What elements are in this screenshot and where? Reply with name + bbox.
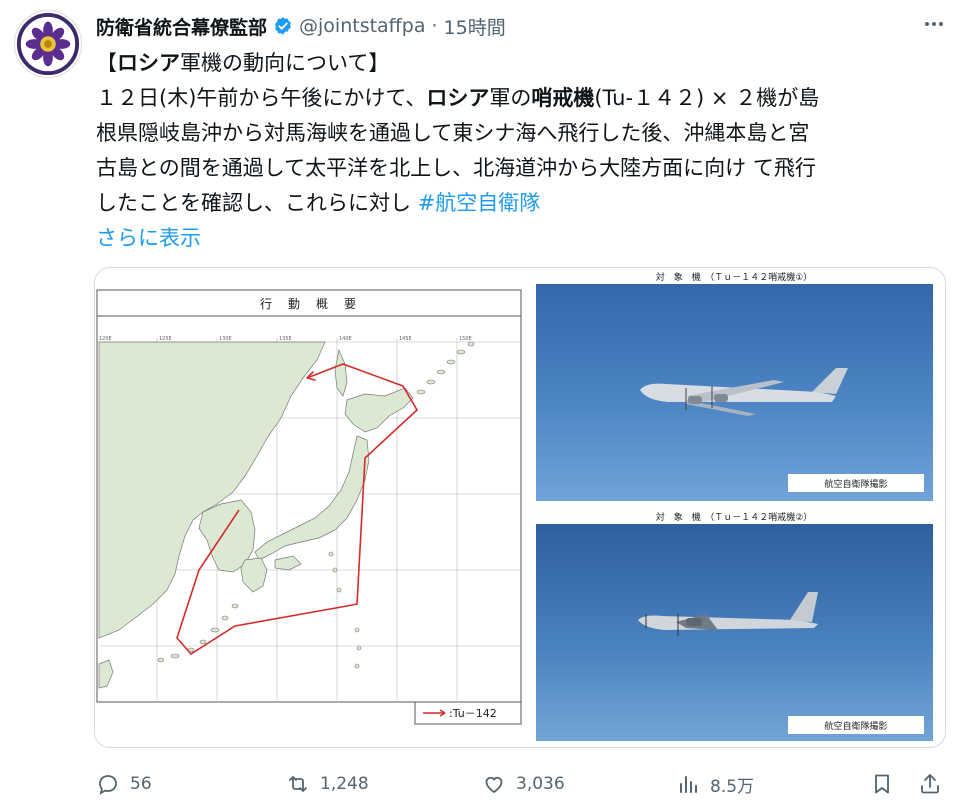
- post-body-line-4: したことを確認し、これらに対し #航空自衛隊: [96, 186, 946, 221]
- handle[interactable]: @jointstaffpa: [299, 15, 425, 37]
- ministry-emblem-icon: [15, 11, 81, 77]
- longitude-label: 125E: [159, 336, 172, 342]
- view-count: 8.5万: [710, 776, 755, 797]
- separator-dot: ·: [431, 15, 438, 37]
- action-bar: 56 1,248 3,036 8.5万: [96, 764, 946, 804]
- like-count: 3,036: [516, 774, 565, 794]
- reply-count: 56: [130, 774, 152, 794]
- bookmark-icon: [875, 774, 889, 794]
- more-options-icon[interactable]: [922, 12, 946, 42]
- post-title: 【ロシア軍機の動向について】: [96, 51, 390, 75]
- photo-2-credit: 航空自衛隊撮影: [824, 720, 887, 732]
- share-icon: [921, 774, 939, 794]
- views-button[interactable]: 8.5万: [676, 764, 754, 804]
- legend-label: :Tu－142: [449, 707, 497, 720]
- like-button[interactable]: 3,036: [482, 764, 565, 804]
- avatar[interactable]: [14, 10, 82, 78]
- repost-button[interactable]: 1,248: [286, 764, 369, 804]
- heart-icon: [485, 776, 503, 794]
- bold-text: 哨戒機: [531, 86, 595, 110]
- analytics-icon: [680, 776, 697, 793]
- verified-badge-icon: [275, 17, 291, 35]
- longitude-label: 130E: [219, 336, 232, 342]
- post-body-line-4-text: したことを確認し、これらに対し: [96, 191, 418, 215]
- bold-text: ロシア: [117, 51, 180, 75]
- longitude-label: 120E: [99, 336, 112, 342]
- share-button[interactable]: [918, 764, 942, 804]
- media-grid: 行 動 概 要 120E 125E 130E 135E 140E 145E 15…: [94, 267, 946, 748]
- reply-icon: [99, 775, 117, 795]
- map-title: 行 動 概 要: [260, 297, 358, 311]
- longitude-label: 145E: [399, 336, 412, 342]
- post-text: 【ロシア軍機の動向について】 １２日(木)午前から午後にかけて、ロシア軍の哨戒機…: [96, 46, 946, 256]
- longitude-label: 135E: [279, 336, 292, 342]
- aircraft-photo-2[interactable]: 対 象 機 （Ｔｕ－１４２哨戒機②） 航空自衛隊撮影: [536, 508, 933, 741]
- show-more-link[interactable]: さらに表示: [96, 221, 946, 256]
- post-body-line-1: １２日(木)午前から午後にかけて、ロシア軍の哨戒機(Tu-１４２) × ２機が島: [96, 86, 820, 110]
- repost-count: 1,248: [320, 774, 369, 794]
- photo-1-caption: 対 象 機 （Ｔｕ－１４２哨戒機①）: [656, 271, 813, 283]
- bold-text: ロシア: [426, 86, 490, 110]
- post-body-line-3: 古島との間を通過して太平洋を北上し、北海道沖から大陸方面に向け て飛行: [96, 156, 816, 180]
- photo-1-credit: 航空自衛隊撮影: [824, 478, 887, 490]
- display-name[interactable]: 防衛省統合幕僚監部: [96, 13, 267, 40]
- longitude-label: 150E: [459, 336, 472, 342]
- reply-button[interactable]: 56: [96, 764, 152, 804]
- bookmark-button[interactable]: [870, 764, 894, 804]
- aircraft-photo-1[interactable]: 対 象 機 （Ｔｕ－１４２哨戒機①） 航空自衛隊撮影: [536, 268, 933, 501]
- longitude-label: 140E: [339, 336, 352, 342]
- map-image[interactable]: 行 動 概 要 120E 125E 130E 135E 140E 145E 15…: [95, 268, 530, 747]
- post-body-line-2: 根県隠岐島沖から対馬海峡を通過して東シナ海へ飛行した後、沖縄本島と宮: [96, 121, 810, 145]
- repost-icon: [289, 776, 307, 792]
- hashtag-link[interactable]: #航空自衛隊: [418, 191, 541, 215]
- photo-2-caption: 対 象 機 （Ｔｕ－１４２哨戒機②）: [656, 511, 813, 523]
- timestamp[interactable]: 15時間: [444, 13, 506, 40]
- post-header: 防衛省統合幕僚監部 @jointstaffpa · 15時間: [96, 12, 946, 40]
